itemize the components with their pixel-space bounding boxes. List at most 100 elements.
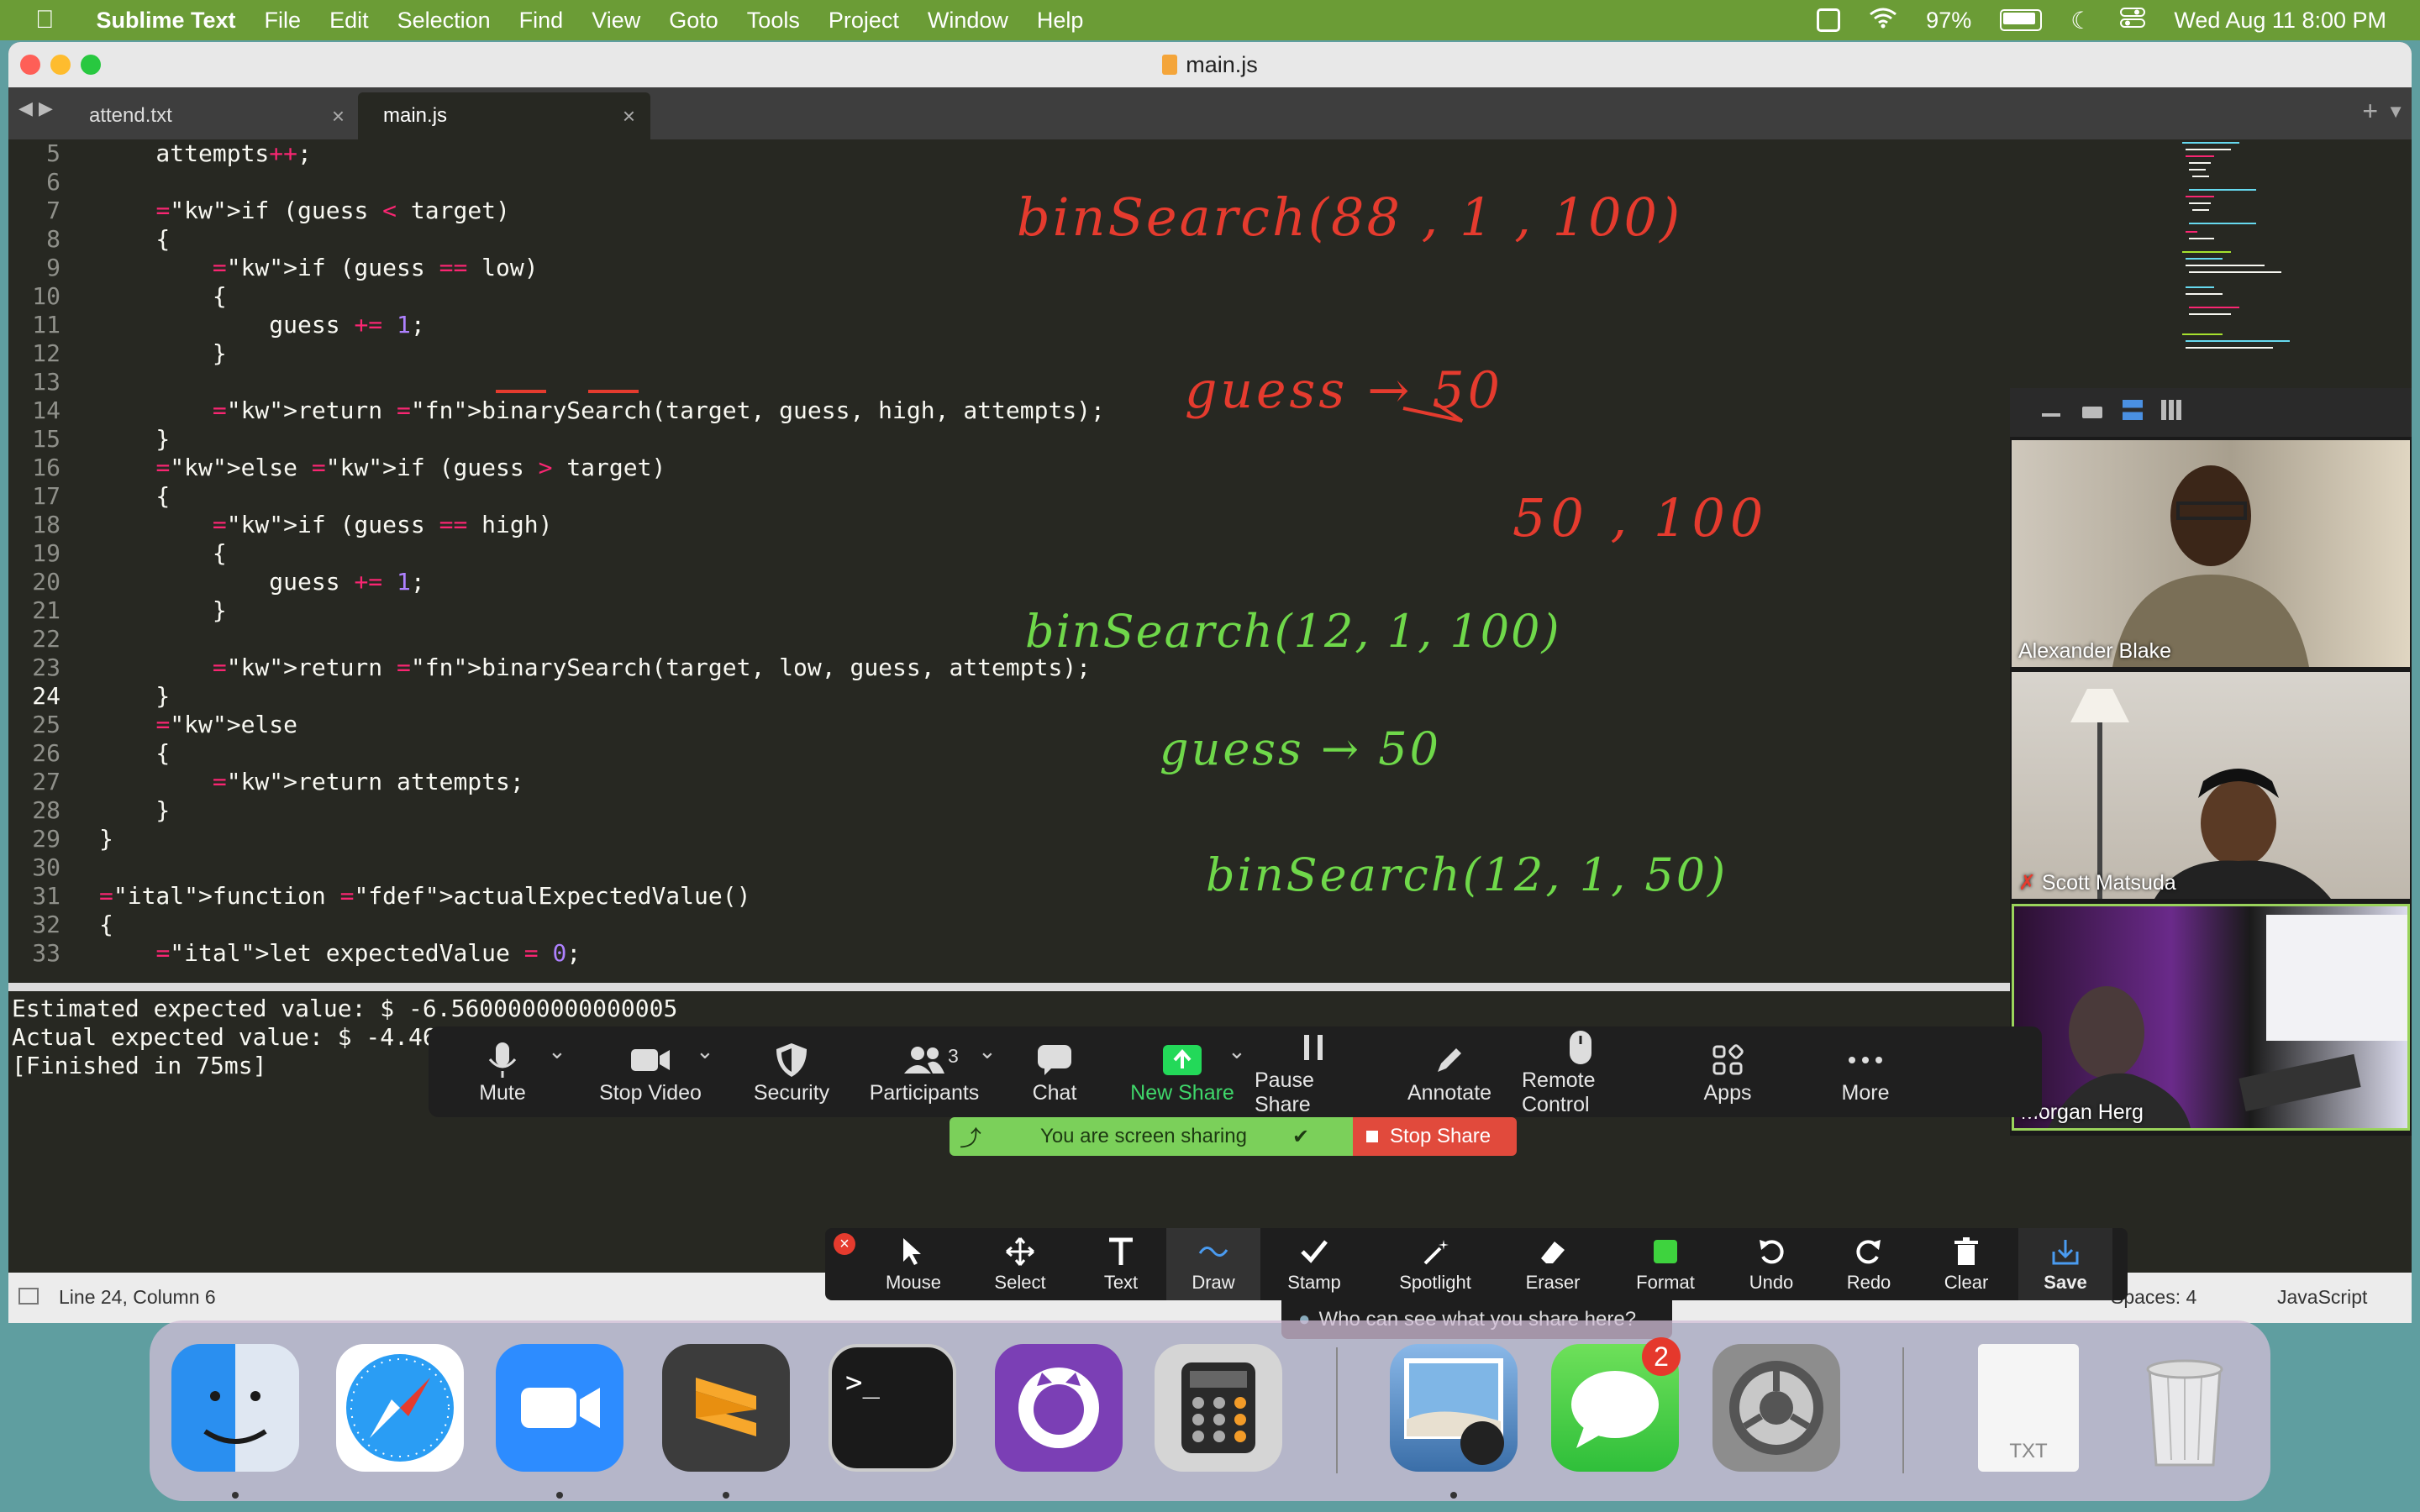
dock-finder-icon[interactable] — [171, 1344, 299, 1472]
menu-edit[interactable]: Edit — [329, 8, 369, 34]
participants-button[interactable]: Participants — [865, 1026, 983, 1117]
new-share-button[interactable]: New Share — [1123, 1026, 1241, 1117]
new-tab-icon[interactable]: + — [2362, 96, 2378, 127]
annotate-text-button[interactable]: Text — [1074, 1228, 1168, 1300]
gallery-view-icon[interactable] — [2161, 400, 2181, 420]
tab-main-js[interactable]: main.js × — [358, 92, 650, 139]
security-button[interactable]: Security — [733, 1026, 850, 1117]
drive-icon[interactable] — [1817, 8, 1841, 32]
annotation-green-3: binSearch(12, 1, 50) — [1206, 848, 1728, 901]
annotate-redo-button[interactable]: Redo — [1822, 1228, 1916, 1300]
annotate-format-button[interactable]: Format — [1618, 1228, 1712, 1300]
participant-tile[interactable]: Morgan Herg — [2012, 904, 2410, 1131]
menu-file[interactable]: File — [265, 8, 302, 34]
apple-icon[interactable]:  — [35, 6, 55, 34]
sharing-status[interactable]: ⤴ You are screen sharing ✔ — [950, 1117, 1353, 1156]
minimize-video-icon[interactable] — [2042, 413, 2060, 417]
title-bar: main.js — [8, 42, 2412, 87]
battery-icon[interactable] — [2000, 9, 2043, 31]
apps-button[interactable]: Apps — [1669, 1026, 1786, 1117]
control-center-icon[interactable] — [2120, 7, 2146, 34]
close-annotation-icon[interactable]: × — [834, 1233, 855, 1255]
menu-selection[interactable]: Selection — [397, 8, 491, 34]
annotate-mouse-button[interactable]: Mouse — [866, 1228, 960, 1300]
menu-find[interactable]: Find — [519, 8, 564, 34]
annotate-tool-label: Undo — [1749, 1272, 1794, 1293]
control-label: Stop Video — [599, 1080, 702, 1105]
chevron-up-icon[interactable]: ⌄ — [548, 1038, 566, 1064]
annotate-spotlight-button[interactable]: Spotlight — [1388, 1228, 1482, 1300]
annotate-stamp-button[interactable]: Stamp — [1267, 1228, 1361, 1300]
cursor-position[interactable]: Line 24, Column 6 — [59, 1286, 216, 1309]
video-panel[interactable]: Alexander Blake ✗ Scott Matsuda Morgan H… — [2010, 388, 2412, 1136]
stop-square-icon — [1366, 1131, 1378, 1142]
menu-bar:  Sublime Text File Edit Selection Find … — [0, 0, 2420, 40]
menu-tools[interactable]: Tools — [747, 8, 800, 34]
annotate-tool-label: Clear — [1944, 1272, 1989, 1293]
dock-preview-icon[interactable] — [1390, 1344, 1518, 1472]
stop-share-label: Stop Share — [1390, 1125, 1491, 1147]
file-icon — [1162, 55, 1178, 75]
chevron-up-icon[interactable]: ⌄ — [978, 1038, 997, 1064]
speaker-view-icon[interactable] — [2123, 400, 2143, 420]
dock-calculator-icon[interactable] — [1155, 1344, 1282, 1472]
annotate-clear-button[interactable]: Clear — [1919, 1228, 2013, 1300]
control-label: Remote Control — [1522, 1068, 1596, 1116]
tab-attend-txt[interactable]: attend.txt × — [59, 92, 360, 139]
annotate-eraser-button[interactable]: Eraser — [1506, 1228, 1600, 1300]
tab-menu-chevron-icon[interactable]: ▼ — [2386, 101, 2405, 123]
pencil-icon — [1433, 1039, 1466, 1081]
pause-share-button[interactable]: Pause Share — [1255, 1026, 1372, 1117]
annotate-tool-label: Stamp — [1287, 1272, 1341, 1293]
panel-toggle-icon[interactable] — [18, 1288, 39, 1305]
mute-button[interactable]: Mute — [444, 1026, 561, 1117]
dock-txt-file-icon[interactable]: TXT — [1978, 1344, 2079, 1472]
chevron-up-icon[interactable]: ⌄ — [1228, 1038, 1246, 1064]
more-button[interactable]: More — [1807, 1026, 1924, 1117]
annotate-tool-label: Mouse — [885, 1272, 942, 1293]
dock-sublime-icon[interactable] — [662, 1344, 790, 1472]
tab-back-icon[interactable]: ◀ — [18, 97, 33, 119]
hide-video-icon[interactable] — [2082, 407, 2102, 418]
control-label: Annotate — [1407, 1080, 1492, 1105]
clock[interactable]: Wed Aug 11 8:00 PM — [2174, 8, 2386, 34]
zoom-window-button[interactable] — [81, 55, 101, 75]
minimap[interactable] — [2181, 139, 2307, 383]
stop-video-button[interactable]: Stop Video — [592, 1026, 709, 1117]
annotate-tool-label: Spotlight — [1399, 1272, 1471, 1293]
chat-button[interactable]: Chat — [996, 1026, 1113, 1117]
syntax-mode[interactable]: JavaScript — [2277, 1286, 2367, 1309]
annotate-button[interactable]: Annotate — [1391, 1026, 1508, 1117]
menu-window[interactable]: Window — [928, 8, 1008, 34]
close-window-button[interactable] — [20, 55, 40, 75]
dock-safari-icon[interactable] — [336, 1344, 464, 1472]
annotate-undo-button[interactable]: Undo — [1724, 1228, 1818, 1300]
close-tab-icon[interactable]: × — [332, 103, 345, 129]
minimize-window-button[interactable] — [50, 55, 71, 75]
moon-icon[interactable]: ☾ — [2070, 7, 2091, 34]
dock-github-icon[interactable] — [995, 1344, 1123, 1472]
annotate-draw-button[interactable]: Draw — [1166, 1228, 1260, 1300]
dock-running-dot — [1450, 1492, 1457, 1499]
annotate-tool-label: Save — [2044, 1272, 2087, 1293]
chevron-up-icon[interactable]: ⌄ — [696, 1038, 714, 1064]
annotate-save-button[interactable]: Save — [2018, 1228, 2112, 1300]
wifi-icon[interactable] — [1869, 7, 1897, 34]
participant-tile[interactable]: ✗ Scott Matsuda — [2012, 672, 2410, 899]
close-tab-icon[interactable]: × — [623, 103, 635, 129]
tab-forward-icon[interactable]: ▶ — [39, 97, 53, 119]
dock-system-preferences-icon[interactable] — [1712, 1344, 1840, 1472]
menu-help[interactable]: Help — [1037, 8, 1084, 34]
remote-control-button[interactable]: Remote Control — [1522, 1026, 1639, 1117]
menu-goto[interactable]: Goto — [669, 8, 718, 34]
menu-project[interactable]: Project — [829, 8, 899, 34]
dock-zoom-icon[interactable] — [496, 1344, 623, 1472]
participant-tile[interactable]: Alexander Blake — [2012, 440, 2410, 667]
dock-terminal-icon[interactable]: >_ — [829, 1344, 956, 1472]
stop-share-button[interactable]: Stop Share — [1353, 1117, 1517, 1156]
menu-app-name[interactable]: Sublime Text — [97, 8, 236, 34]
dock-trash-icon[interactable] — [2121, 1344, 2249, 1472]
annotate-select-button[interactable]: Select — [973, 1228, 1067, 1300]
menu-view[interactable]: View — [592, 8, 640, 34]
dock-separator — [1336, 1347, 1338, 1473]
